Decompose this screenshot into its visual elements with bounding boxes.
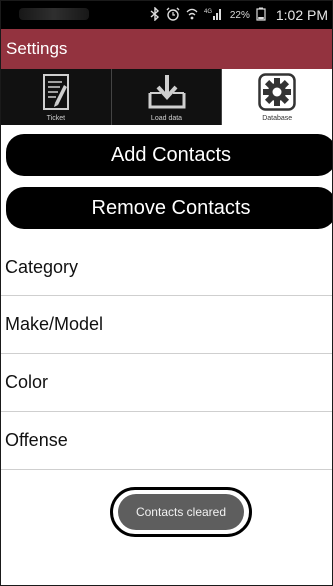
alarm-icon: [166, 7, 180, 23]
app-title-bar: Settings: [1, 29, 332, 69]
tab-bar: Ticket Load data Database: [1, 69, 332, 125]
remove-contacts-button[interactable]: Remove Contacts: [6, 187, 332, 229]
toast-message: Contacts cleared: [118, 494, 244, 530]
tab-database-label: Database: [262, 115, 293, 122]
bluetooth-icon: [150, 6, 160, 23]
settings-list: Category Make/Model Color Offense: [1, 239, 332, 470]
4g-signal-icon: 4G: [204, 7, 222, 23]
carrier-redacted: [19, 8, 89, 20]
ticket-edit-icon: [42, 73, 70, 113]
tab-load-data-label: Load data: [150, 115, 183, 122]
tab-load-data[interactable]: Load data: [111, 69, 223, 125]
tab-ticket[interactable]: Ticket: [1, 69, 112, 125]
status-icons: 4G 22% 1:02 PM: [150, 6, 328, 23]
download-tray-icon: [147, 73, 187, 113]
clock: 1:02 PM: [275, 7, 328, 23]
toast-notification: Contacts cleared: [110, 487, 252, 537]
add-contacts-button[interactable]: Add Contacts: [6, 134, 332, 176]
list-item-category[interactable]: Category: [1, 239, 332, 296]
gear-icon: [258, 73, 296, 113]
network-label: 4G: [204, 9, 212, 15]
phone-screen: 4G 22% 1:02 PM Settings Ticket Load data…: [0, 0, 333, 586]
page-title: Settings: [6, 39, 68, 58]
tab-ticket-label: Ticket: [46, 115, 66, 122]
battery-percent: 22%: [229, 9, 250, 21]
battery-icon: [256, 7, 266, 23]
wifi-icon: [186, 7, 198, 23]
list-item-offense[interactable]: Offense: [1, 412, 332, 470]
list-item-make-model[interactable]: Make/Model: [1, 296, 332, 354]
list-item-color[interactable]: Color: [1, 354, 332, 412]
status-bar: 4G 22% 1:02 PM: [1, 1, 332, 29]
tab-database[interactable]: Database: [222, 69, 332, 125]
